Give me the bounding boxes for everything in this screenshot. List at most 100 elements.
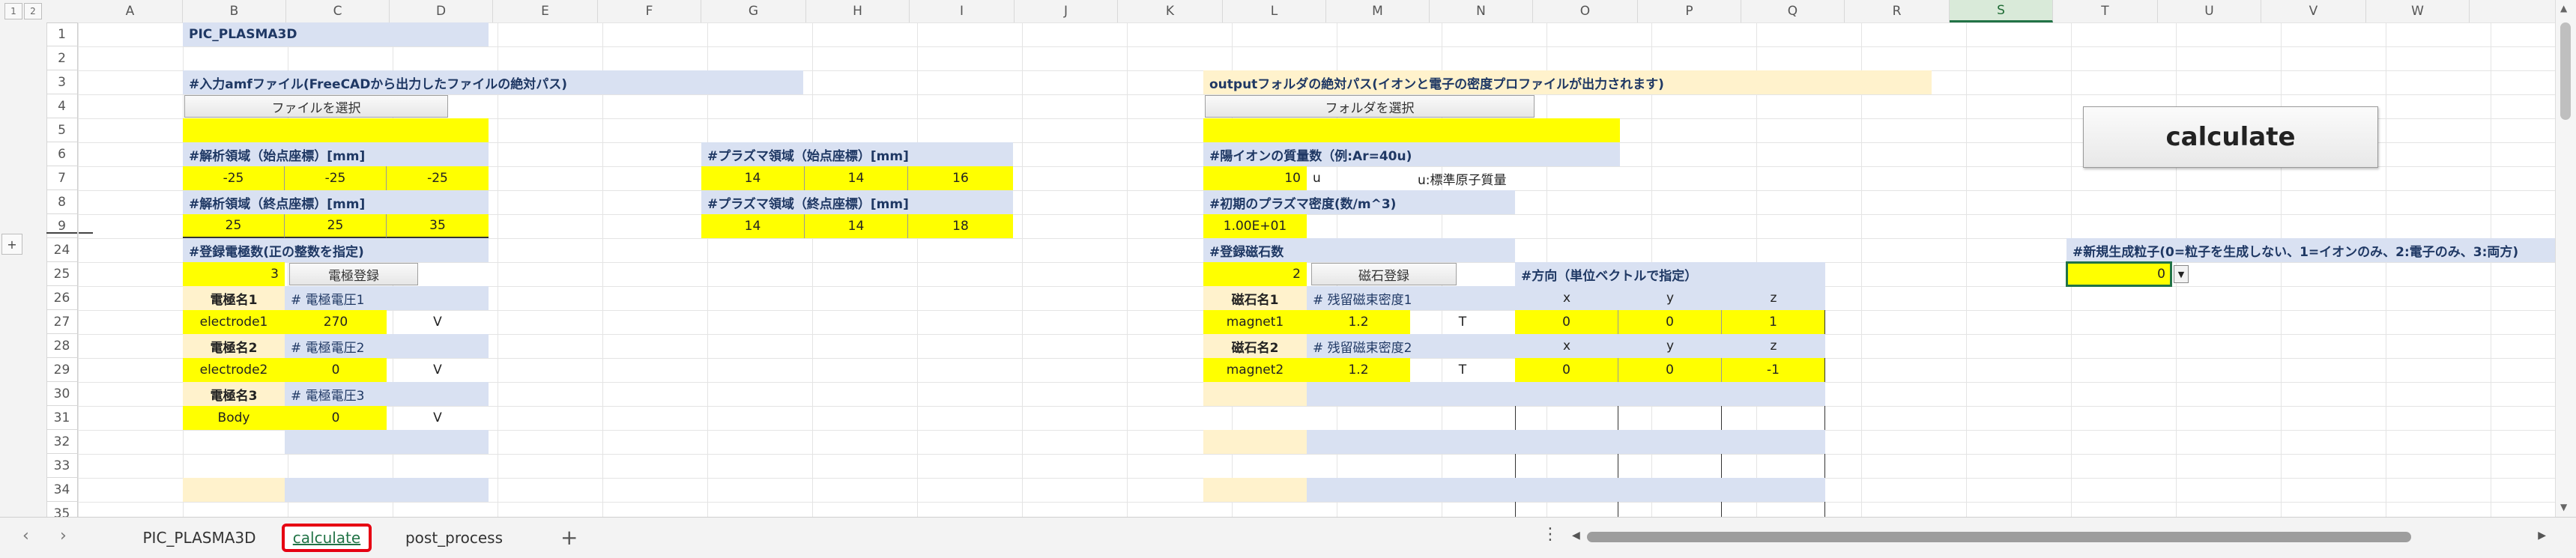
column-header-u[interactable]: U	[2158, 0, 2261, 22]
row-header-25[interactable]: 25	[46, 262, 78, 286]
row-header-2[interactable]: 2	[46, 46, 78, 70]
row-header-8[interactable]: 8	[46, 190, 78, 214]
cell-dir-empty-35z[interactable]	[1722, 502, 1825, 517]
cell-electrode1-voltage-label[interactable]: # 電極電圧1	[285, 286, 489, 310]
cell-magnet-empty-34b[interactable]	[1307, 478, 1515, 502]
column-header-b[interactable]: B	[183, 0, 286, 22]
cell-domain-start-z[interactable]: -25	[387, 166, 489, 190]
cell-particles-value[interactable]: 0	[2066, 261, 2172, 287]
cell-electrode2-unit[interactable]: V	[387, 358, 489, 382]
column-header-w[interactable]: W	[2366, 0, 2470, 22]
cell-dir-empty-32[interactable]	[1515, 430, 1825, 454]
vertical-scrollbar[interactable]: ▲ ▼	[2555, 0, 2576, 517]
cell-electrode1-name[interactable]: electrode1	[183, 310, 285, 334]
cell-particles-label[interactable]: #新規生成粒子(0=粒子を生成しない、1=イオンのみ、2:電子のみ、3:両方)	[2066, 238, 2555, 262]
cell-magnet2-flux[interactable]: 1.2	[1307, 358, 1410, 382]
cell-electrode3-voltage[interactable]: 0	[285, 406, 387, 430]
cell-area[interactable]: PIC_PLASMA3D #入力amfファイル(FreeCADから出力したファイ…	[78, 22, 2555, 517]
cell-output-label[interactable]: outputフォルダの絶対パス(イオンと電子の密度プロファイルが出力されます)	[1203, 70, 1932, 94]
column-header-p[interactable]: P	[1638, 0, 1741, 22]
row-header-4[interactable]: 4	[46, 94, 78, 118]
cell-magnet1-header[interactable]: 磁石名1	[1203, 286, 1307, 310]
cell-electrode-empty-34a[interactable]	[183, 478, 285, 502]
column-header-j[interactable]: J	[1015, 0, 1118, 22]
cell-domain-start-x[interactable]: -25	[183, 166, 285, 190]
column-header-n[interactable]: N	[1430, 0, 1533, 22]
cell-magnet1-flux-label[interactable]: # 残留磁束密度1	[1307, 286, 1515, 310]
cell-plasma-density-label[interactable]: #初期のプラズマ密度(数/m^3)	[1203, 190, 1515, 214]
add-sheet-button[interactable]: +	[560, 525, 578, 550]
cell-magnet2-header[interactable]: 磁石名2	[1203, 334, 1307, 358]
cell-domain-end-z[interactable]: 35	[387, 214, 489, 238]
cell-electrode3-name[interactable]: Body	[183, 406, 285, 430]
cell-dir-empty-35x[interactable]	[1515, 502, 1618, 517]
column-header-t[interactable]: T	[2053, 0, 2158, 22]
outline-level-2-button[interactable]: 2	[24, 3, 42, 19]
cell-magnet2-dir-z[interactable]: -1	[1722, 358, 1825, 382]
cell-magnet-empty-30b[interactable]	[1307, 382, 1515, 406]
row-header-7[interactable]: 7	[46, 166, 78, 190]
cell-magnet2-unit[interactable]: T	[1410, 358, 1515, 382]
cell-electrode2-voltage-label[interactable]: # 電極電圧2	[285, 334, 489, 358]
cell-plasma-start-label[interactable]: #プラズマ領域（始点座標）[mm]	[701, 142, 1013, 166]
cell-magnet1-unit[interactable]: T	[1410, 310, 1515, 334]
row-header-34[interactable]: 34	[46, 478, 78, 502]
cell-electrode-empty-32[interactable]	[285, 430, 489, 454]
outline-expand-button[interactable]: +	[1, 234, 22, 255]
row-header-33[interactable]: 33	[46, 454, 78, 478]
column-header-o[interactable]: O	[1533, 0, 1638, 22]
cell-domain-end-x[interactable]: 25	[183, 214, 285, 238]
horizontal-scroll-thumb[interactable]	[1587, 532, 2411, 542]
row-header-9[interactable]: 9	[46, 214, 78, 238]
cell-plasma-end-label[interactable]: #プラズマ領域（終点座標）[mm]	[701, 190, 1013, 214]
cell-electrode1-unit[interactable]: V	[387, 310, 489, 334]
row-header-32[interactable]: 32	[46, 430, 78, 454]
cell-plasma-start-x[interactable]: 14	[701, 166, 805, 190]
cell-electrode3-voltage-label[interactable]: # 電極電圧3	[285, 382, 489, 406]
cell-dir-empty-34[interactable]	[1515, 478, 1825, 502]
column-header-c[interactable]: C	[286, 0, 390, 22]
cell-axis-z-2[interactable]: z	[1722, 334, 1825, 358]
select-file-button[interactable]: ファイルを選択	[184, 95, 448, 118]
amf-path-cell[interactable]	[183, 118, 489, 142]
cell-electrode1-header[interactable]: 電極名1	[183, 286, 285, 310]
cell-magnet-empty-32b[interactable]	[1307, 430, 1515, 454]
cell-plasma-density-value[interactable]: 1.00E+01	[1203, 214, 1307, 238]
scroll-down-icon[interactable]: ▼	[2560, 502, 2567, 512]
particles-dropdown-button[interactable]: ▼	[2174, 265, 2189, 283]
row-header-29[interactable]: 29	[46, 358, 78, 382]
cell-axis-x-2[interactable]: x	[1515, 334, 1618, 358]
cell-plasma-start-z[interactable]: 16	[908, 166, 1013, 190]
next-sheet-icon[interactable]: ›	[60, 527, 67, 545]
row-header-27[interactable]: 27	[46, 310, 78, 334]
row-header-3[interactable]: 3	[46, 70, 78, 94]
cell-electrode3-unit[interactable]: V	[387, 406, 489, 430]
row-header-26[interactable]: 26	[46, 286, 78, 310]
cell-domain-end-y[interactable]: 25	[285, 214, 387, 238]
row-header-5[interactable]: 5	[46, 118, 78, 142]
row-header-1[interactable]: 1	[46, 22, 78, 46]
cell-ion-mass-label[interactable]: #陽イオンの質量数（例:Ar=40u)	[1203, 142, 1620, 166]
row-header-28[interactable]: 28	[46, 334, 78, 358]
cell-electrode1-voltage[interactable]: 270	[285, 310, 387, 334]
row-header-6[interactable]: 6	[46, 142, 78, 166]
cell-dir-empty-30[interactable]	[1515, 382, 1825, 406]
column-header-l[interactable]: L	[1223, 0, 1326, 22]
cell-electrode-count[interactable]: 3	[183, 262, 285, 286]
sheet-grid[interactable]: ABCDEFGHIJKLMNOPQRSTUVW 1 2 3 4 5 6 7 8 9 24 25 26 2…	[46, 0, 2555, 517]
cell-domain-end-label[interactable]: #解析領域（終点座標）[mm]	[183, 190, 489, 214]
column-header-d[interactable]: D	[390, 0, 493, 22]
cell-magnet1-dir-y[interactable]: 0	[1618, 310, 1722, 334]
outline-level-1-button[interactable]: 1	[4, 3, 22, 19]
cell-sheet-title[interactable]: PIC_PLASMA3D	[183, 22, 489, 46]
column-header-m[interactable]: M	[1326, 0, 1430, 22]
cell-magnet2-flux-label[interactable]: # 残留磁束密度2	[1307, 334, 1515, 358]
cell-magnet-count[interactable]: 2	[1203, 262, 1307, 286]
cell-magnet-empty-34[interactable]	[1203, 478, 1307, 502]
cell-dir-empty-33z[interactable]	[1722, 454, 1825, 478]
select-folder-button[interactable]: フォルダを選択	[1205, 95, 1535, 118]
cell-ion-mass-unit[interactable]: u	[1307, 166, 1404, 190]
column-header-a[interactable]: A	[78, 0, 183, 22]
cell-dir-empty-31z[interactable]	[1722, 406, 1825, 430]
cell-electrode3-header[interactable]: 電極名3	[183, 382, 285, 406]
